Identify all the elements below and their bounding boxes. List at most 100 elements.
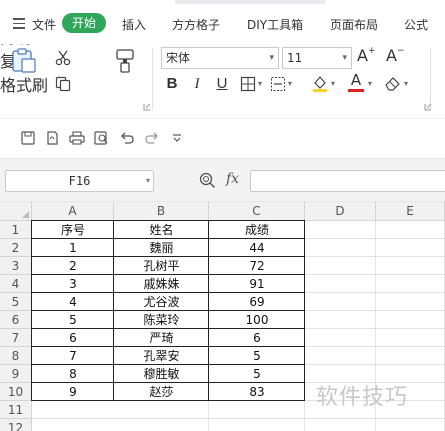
row-header-1[interactable]: 1 xyxy=(0,221,32,239)
print-icon[interactable] xyxy=(69,131,85,145)
table-border xyxy=(31,310,305,311)
table-cell[interactable]: 赵莎 xyxy=(114,383,209,401)
table-cell[interactable]: 83 xyxy=(209,383,305,401)
cell-style-dropdown-icon[interactable]: ▾ xyxy=(288,79,292,88)
row-header-11[interactable]: 11 xyxy=(0,401,32,419)
decrease-font-icon[interactable]: A− xyxy=(386,46,405,65)
table-cell[interactable]: 44 xyxy=(209,239,305,257)
tab-diy-toolbox[interactable]: DIY工具箱 xyxy=(247,16,303,34)
table-cell[interactable]: 6 xyxy=(32,329,114,347)
table-cell[interactable]: 6 xyxy=(209,329,305,347)
menu-icon[interactable] xyxy=(13,18,25,29)
table-cell[interactable]: 魏丽 xyxy=(114,239,209,257)
format-painter-icon[interactable] xyxy=(115,48,137,74)
row-header-9[interactable]: 9 xyxy=(0,365,32,383)
zoom-search-icon[interactable] xyxy=(199,172,216,189)
tab-formula[interactable]: 公式 xyxy=(404,16,428,34)
eraser-dropdown-icon[interactable]: ▾ xyxy=(404,79,408,88)
table-cell[interactable]: 5 xyxy=(209,347,305,365)
bold-icon[interactable]: B xyxy=(164,74,180,94)
table-cell[interactable]: 孔树平 xyxy=(114,257,209,275)
border-icon[interactable] xyxy=(240,76,256,92)
dialog-launcher-icon[interactable] xyxy=(143,103,151,111)
row-header-7[interactable]: 7 xyxy=(0,329,32,347)
table-cell[interactable]: 91 xyxy=(209,275,305,293)
redo-icon[interactable] xyxy=(145,131,159,145)
increase-font-icon[interactable]: A+ xyxy=(357,46,376,65)
paste-icon[interactable] xyxy=(10,48,38,74)
column-header-a[interactable]: A xyxy=(32,202,114,221)
tab-insert[interactable]: 插入 xyxy=(122,16,146,34)
font-name-select[interactable]: 宋体 ▾ xyxy=(161,47,279,69)
row-header-8[interactable]: 8 xyxy=(0,347,32,365)
table-border xyxy=(31,400,305,401)
title-strip xyxy=(175,0,325,4)
cell-style-icon[interactable] xyxy=(270,76,286,92)
fill-color-dropdown-icon[interactable]: ▾ xyxy=(331,79,335,88)
column-header-c[interactable]: C xyxy=(209,202,305,221)
customize-toolbar-icon[interactable] xyxy=(172,133,182,143)
table-cell[interactable]: 72 xyxy=(209,257,305,275)
row-header-2[interactable]: 2 xyxy=(0,239,32,257)
scissors-icon xyxy=(55,50,71,66)
table-border xyxy=(31,364,305,365)
select-all-corner[interactable] xyxy=(0,202,32,221)
underline-icon[interactable]: U xyxy=(214,74,230,94)
table-cell[interactable]: 戚姝姝 xyxy=(114,275,209,293)
column-header-d[interactable]: D xyxy=(305,202,376,221)
tab-page-layout[interactable]: 页面布局 xyxy=(330,16,378,34)
formula-bar: F16 ▾ fx xyxy=(0,158,445,202)
table-cell[interactable]: 8 xyxy=(32,365,114,383)
name-box[interactable]: F16 ▾ xyxy=(5,170,154,192)
border-dropdown-icon[interactable]: ▾ xyxy=(258,79,262,88)
row-header-4[interactable]: 4 xyxy=(0,275,32,293)
column-header-b[interactable]: B xyxy=(114,202,209,221)
table-border xyxy=(31,256,305,257)
table-cell[interactable]: 严琦 xyxy=(114,329,209,347)
table-header-cell[interactable]: 成绩 xyxy=(209,221,305,239)
row-header-6[interactable]: 6 xyxy=(0,311,32,329)
table-cell[interactable]: 陈菜玲 xyxy=(114,311,209,329)
table-cell[interactable]: 5 xyxy=(209,365,305,383)
table-cell[interactable]: 100 xyxy=(209,311,305,329)
print-preview-icon[interactable] xyxy=(94,131,109,145)
spreadsheet-grid[interactable]: A B C D E 1 2 3 4 5 6 7 8 9 10 11 12 序号 姓名 成绩 1 魏丽 44 2 孔树平 72 3 戚姝… xyxy=(0,202,445,431)
table-border xyxy=(113,220,114,401)
quick-access-toolbar xyxy=(0,118,445,158)
table-cell[interactable]: 5 xyxy=(32,311,114,329)
table-cell[interactable]: 3 xyxy=(32,275,114,293)
undo-icon[interactable] xyxy=(120,131,134,145)
row-header-10[interactable]: 10 xyxy=(0,383,32,401)
row-header-12[interactable]: 12 xyxy=(0,419,32,431)
tab-home[interactable]: 开始 xyxy=(62,13,106,33)
dialog-launcher-icon[interactable] xyxy=(424,103,432,111)
font-color-dropdown-icon[interactable]: ▾ xyxy=(368,79,372,88)
table-cell[interactable]: 1 xyxy=(32,239,114,257)
fill-color-icon[interactable] xyxy=(311,74,329,92)
tab-fangfang[interactable]: 方方格子 xyxy=(172,16,220,34)
row-header-3[interactable]: 3 xyxy=(0,257,32,275)
table-border xyxy=(31,328,305,329)
table-cell[interactable]: 尤谷波 xyxy=(114,293,209,311)
table-cell[interactable]: 69 xyxy=(209,293,305,311)
row-gridline xyxy=(32,418,445,419)
table-cell[interactable]: 4 xyxy=(32,293,114,311)
column-header-e[interactable]: E xyxy=(376,202,445,221)
italic-icon[interactable]: I xyxy=(190,74,204,94)
table-header-cell[interactable]: 序号 xyxy=(32,221,114,239)
export-pdf-icon[interactable] xyxy=(45,131,59,145)
formula-input[interactable] xyxy=(250,170,445,192)
font-color-icon[interactable]: A xyxy=(348,72,364,92)
insert-function-button[interactable]: fx xyxy=(226,171,239,187)
eraser-icon[interactable] xyxy=(384,75,402,91)
table-header-cell[interactable]: 姓名 xyxy=(114,221,209,239)
table-cell[interactable]: 孔翠安 xyxy=(114,347,209,365)
font-size-select[interactable]: 11 ▾ xyxy=(282,47,352,69)
table-cell[interactable]: 2 xyxy=(32,257,114,275)
row-header-5[interactable]: 5 xyxy=(0,293,32,311)
menu-file[interactable]: 文件 xyxy=(32,16,56,34)
table-cell[interactable]: 9 xyxy=(32,383,114,401)
save-icon[interactable] xyxy=(21,131,35,145)
table-cell[interactable]: 穆胜敏 xyxy=(114,365,209,383)
table-cell[interactable]: 7 xyxy=(32,347,114,365)
